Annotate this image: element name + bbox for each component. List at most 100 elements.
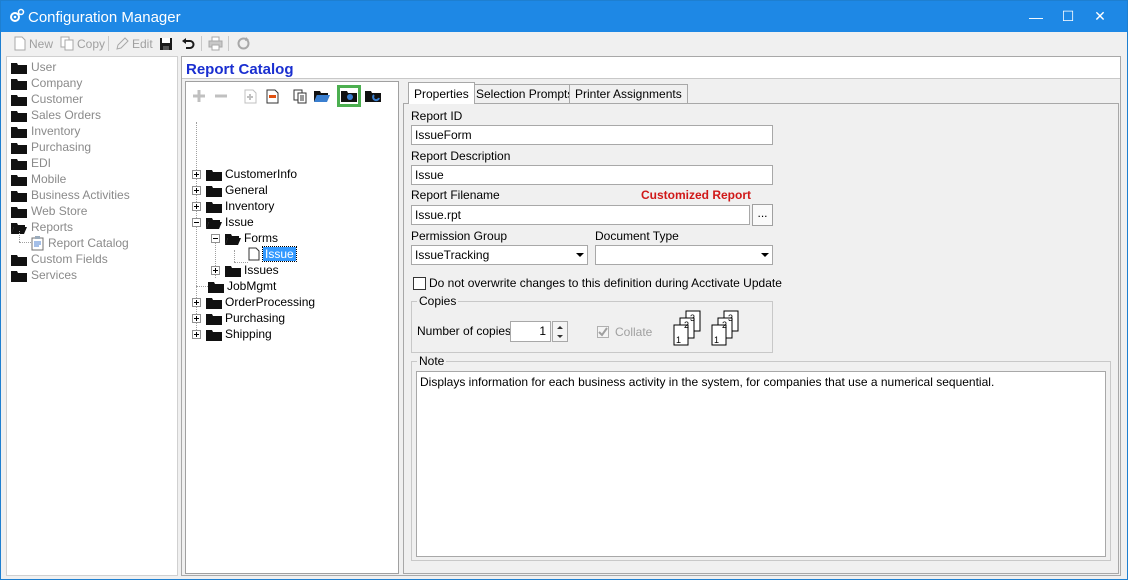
open-folder-icon: [206, 217, 222, 229]
note-group-label: Note: [417, 354, 447, 368]
main-toolbar: New Copy Edit: [1, 32, 1127, 55]
gears-icon: [10, 8, 25, 22]
tree-node-customerinfo[interactable]: CustomerInfo: [192, 166, 297, 182]
copies-group: Copies Number of copies: 1 Collate 3 2 1…: [411, 294, 773, 353]
nav-item-edi[interactable]: EDI: [11, 155, 51, 171]
undo-icon: [182, 37, 195, 49]
report-description-field[interactable]: Issue: [411, 165, 773, 185]
toolbar-separator: [108, 36, 109, 51]
permission-group-label: Permission Group: [411, 229, 508, 243]
save-button[interactable]: [159, 35, 175, 52]
folder-icon: [206, 313, 222, 325]
toolbar-separator: [201, 36, 202, 51]
folder-icon: [11, 126, 27, 138]
tree-line: [19, 231, 20, 242]
remove-button[interactable]: [212, 87, 230, 105]
overwrite-checkbox[interactable]: [413, 277, 426, 290]
folder-icon: [206, 297, 222, 309]
note-textarea[interactable]: Displays information for each business a…: [416, 371, 1106, 557]
nav-item-purchasing[interactable]: Purchasing: [11, 139, 91, 155]
folder-icon: [206, 169, 222, 181]
tree-node-forms[interactable]: Forms: [211, 230, 278, 246]
spin-up-icon: [557, 326, 563, 329]
tree-node-general[interactable]: General: [192, 182, 268, 198]
folder-icon: [11, 174, 27, 186]
nav-item-custom-fields[interactable]: Custom Fields: [11, 251, 108, 267]
toolbar-separator: [228, 36, 229, 51]
copy-report-button[interactable]: [291, 87, 309, 105]
nav-item-web-store[interactable]: Web Store: [11, 203, 87, 219]
refresh-folder-button[interactable]: [364, 87, 382, 105]
pencil-icon: [116, 37, 129, 50]
edit-button[interactable]: Edit: [115, 35, 153, 52]
tree-node-jobmgmt[interactable]: JobMgmt: [208, 278, 276, 294]
copies-stepper[interactable]: [552, 321, 568, 342]
collate-pages-icon: 321 321: [673, 310, 739, 346]
panel-header: [182, 57, 1120, 79]
open-folder-button[interactable]: [313, 87, 331, 105]
preview-report-button[interactable]: [337, 85, 361, 107]
properties-tab-body: Report ID IssueForm Report Description I…: [403, 103, 1119, 574]
chevron-down-icon: [761, 253, 769, 257]
print-button[interactable]: [208, 35, 225, 52]
add-button[interactable]: [190, 87, 208, 105]
close-button[interactable]: ✕: [1077, 1, 1123, 32]
collate-checkbox[interactable]: [597, 326, 609, 338]
undo-button[interactable]: [181, 35, 197, 52]
report-id-label: Report ID: [411, 109, 463, 123]
refresh-button[interactable]: [236, 35, 253, 52]
copy-document-icon: [293, 89, 306, 103]
document-type-select[interactable]: [595, 245, 773, 265]
copy-button[interactable]: Copy: [60, 35, 105, 52]
printer-icon: [208, 36, 223, 51]
report-filename-field[interactable]: Issue.rpt: [411, 205, 750, 225]
folder-icon: [11, 190, 27, 202]
nav-item-business-activities[interactable]: Business Activities: [11, 187, 130, 203]
folder-icon: [11, 94, 27, 106]
tree-node-inventory[interactable]: Inventory: [192, 198, 274, 214]
nav-item-services[interactable]: Services: [11, 267, 77, 283]
add-report-button[interactable]: [241, 87, 259, 105]
tree-line: [19, 242, 31, 243]
svg-text:3: 3: [728, 313, 733, 323]
tree-node-orderprocessing[interactable]: OrderProcessing: [192, 294, 315, 310]
open-folder-icon: [225, 233, 241, 245]
permission-group-select[interactable]: IssueTracking: [411, 245, 588, 265]
nav-item-user[interactable]: User: [11, 59, 56, 75]
new-button[interactable]: New: [13, 35, 53, 52]
note-group: Note Displays information for each busin…: [411, 354, 1111, 561]
folder-icon: [206, 185, 222, 197]
plus-icon: [193, 90, 205, 102]
tree-node-purchasing[interactable]: Purchasing: [192, 310, 285, 326]
nav-item-reports[interactable]: Reports: [11, 219, 73, 235]
tab-properties[interactable]: Properties: [408, 82, 475, 104]
nav-item-company[interactable]: Company: [11, 75, 82, 91]
overwrite-label: Do not overwrite changes to this definit…: [429, 276, 782, 290]
selected-node-label: Issue: [262, 246, 297, 262]
checkmark-icon: [598, 327, 608, 337]
report-catalog-panel: Report Catalog CustomerInfo General Inve…: [181, 56, 1121, 576]
folder-icon: [11, 110, 27, 122]
folder-icon: [11, 142, 27, 154]
browse-button[interactable]: ...: [752, 204, 773, 226]
nav-item-sales-orders[interactable]: Sales Orders: [11, 107, 101, 123]
nav-item-mobile[interactable]: Mobile: [11, 171, 66, 187]
copies-field[interactable]: 1: [510, 321, 551, 342]
nav-item-report-catalog[interactable]: Report Catalog: [31, 235, 129, 251]
delete-report-button[interactable]: [263, 87, 281, 105]
refresh-icon: [237, 37, 250, 50]
tree-node-issue[interactable]: Issue: [192, 214, 254, 230]
tree-node-issue-form[interactable]: Issue: [248, 246, 297, 262]
folder-icon: [208, 281, 224, 293]
nav-item-inventory[interactable]: Inventory: [11, 123, 80, 139]
tab-printer-assignments[interactable]: Printer Assignments: [569, 84, 688, 103]
nav-item-customer[interactable]: Customer: [11, 91, 83, 107]
tree-node-issues[interactable]: Issues: [211, 262, 279, 278]
report-id-field[interactable]: IssueForm: [411, 125, 773, 145]
spin-down-icon: [557, 335, 563, 338]
report-icon: [31, 235, 44, 250]
tab-selection-prompts[interactable]: Selection Prompts: [470, 84, 580, 103]
navigation-panel: User Company Customer Sales Orders Inven…: [6, 56, 178, 576]
tree-node-shipping[interactable]: Shipping: [192, 326, 272, 342]
folder-icon: [11, 78, 27, 90]
